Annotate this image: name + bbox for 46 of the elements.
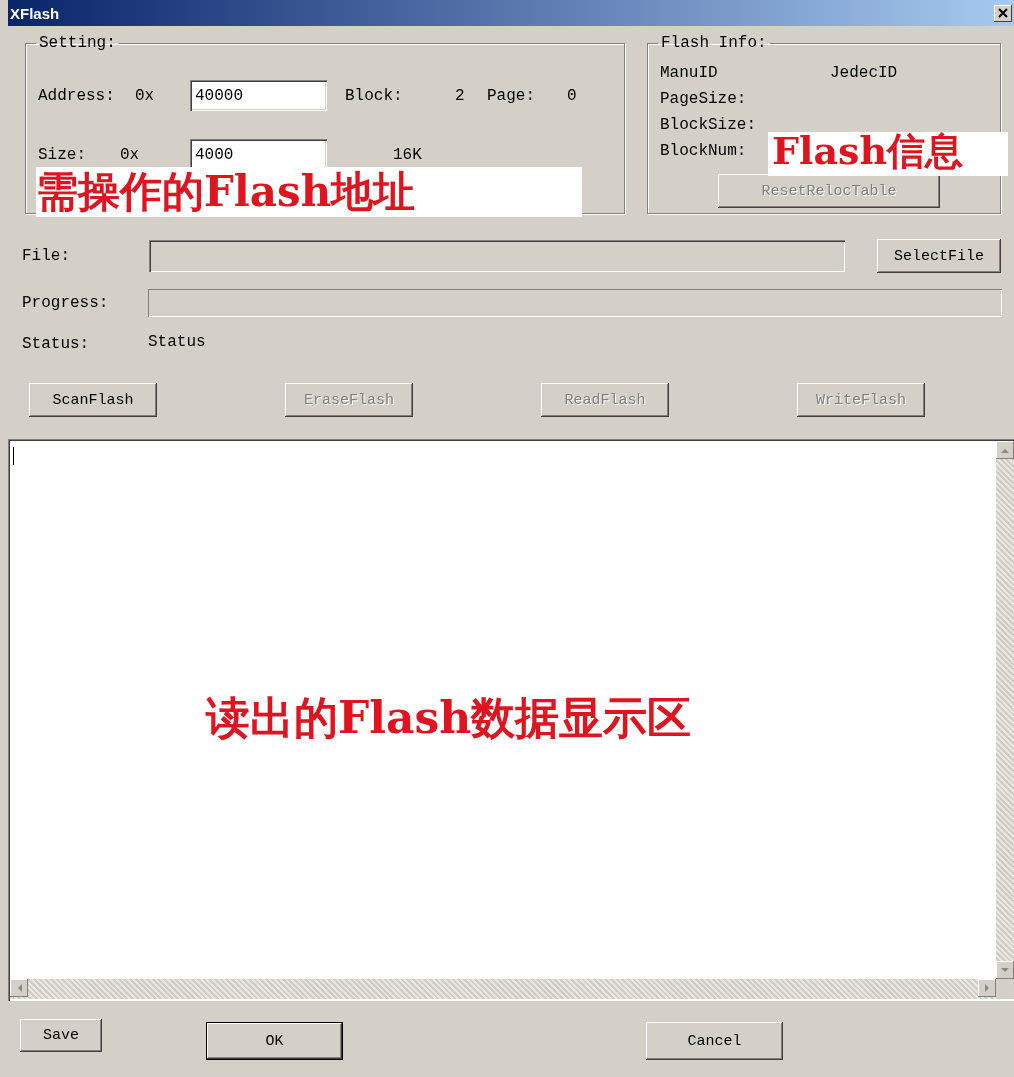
status-text: Status: [148, 333, 206, 351]
horizontal-scrollbar[interactable]: [10, 979, 996, 999]
group-title: Setting:: [38, 34, 117, 52]
progress-label: Progress:: [22, 294, 110, 312]
scroll-right-button[interactable]: [978, 979, 996, 997]
dialog-button[interactable]: OK: [206, 1022, 343, 1060]
file-label: File:: [22, 247, 71, 265]
group-title: Flash Info:: [660, 34, 768, 52]
action-button[interactable]: ScanFlash: [29, 383, 157, 417]
window-title: XFlash: [10, 4, 60, 22]
select-file-button[interactable]: SelectFile: [877, 239, 1001, 273]
dialog-button[interactable]: Save: [20, 1019, 102, 1052]
block-num-label: BlockNum:: [660, 142, 747, 160]
hex-prefix: 0x: [120, 145, 141, 164]
down-arrow-icon: [1001, 967, 1009, 973]
block-size-label: BlockSize:: [660, 116, 756, 134]
block-value: 2: [455, 86, 466, 105]
annotation-label: 需操作的Flash地址: [36, 167, 582, 217]
scroll-up-button[interactable]: [996, 441, 1014, 459]
address-label: Address:: [38, 86, 116, 105]
up-arrow-icon: [1001, 447, 1009, 453]
hex-prefix: 0x: [135, 86, 156, 105]
close-button[interactable]: [994, 4, 1012, 22]
scroll-down-button[interactable]: [996, 961, 1014, 979]
vertical-scrollbar[interactable]: [996, 441, 1014, 979]
scroll-left-button[interactable]: [10, 979, 28, 997]
right-arrow-icon: [984, 984, 990, 992]
page-label: Page:: [487, 86, 536, 105]
file-field[interactable]: [149, 240, 845, 272]
annotation-label: Flash信息: [768, 132, 1008, 176]
page-size-label: PageSize:: [660, 90, 747, 108]
text-cursor: [13, 447, 14, 465]
jedec-id-label: JedecID: [830, 64, 898, 82]
block-label: Block:: [345, 86, 404, 105]
status-label: Status:: [22, 335, 91, 353]
size-kb-value: 16K: [393, 145, 422, 164]
address-field[interactable]: 40000: [190, 80, 327, 111]
close-icon: [998, 8, 1008, 18]
output-text-area[interactable]: 读出的Flash数据显示区: [8, 439, 1014, 1001]
annotation-label: 读出的Flash数据显示区: [206, 696, 692, 740]
left-arrow-icon: [16, 984, 22, 992]
size-label: Size:: [38, 145, 87, 164]
dialog-button[interactable]: Cancel: [646, 1022, 783, 1060]
scrollbar-corner: [996, 979, 1014, 999]
page-value: 0: [567, 86, 577, 105]
manu-id-label: ManuID: [660, 64, 719, 82]
